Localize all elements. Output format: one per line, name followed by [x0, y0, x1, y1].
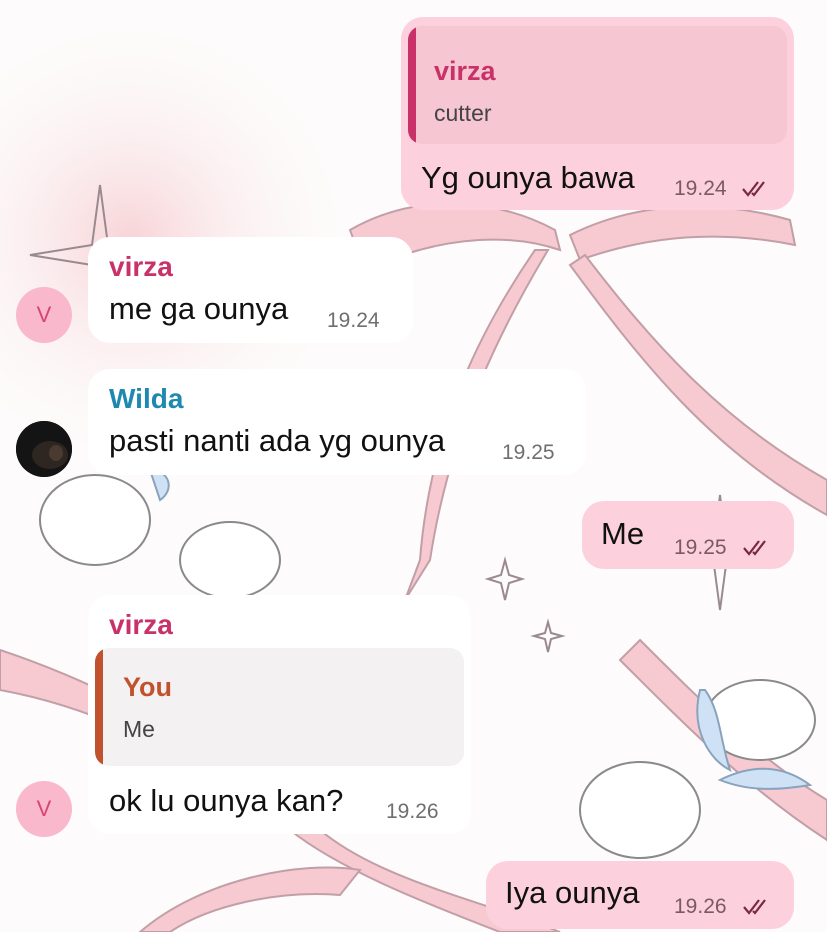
message-time: 19.26 [386, 800, 439, 823]
message-bubble-outgoing[interactable]: Iya ounya 19.26 [486, 861, 794, 929]
quote-bar [95, 648, 103, 766]
message-time: 19.24 [327, 309, 380, 332]
avatar-wilda[interactable] [16, 421, 72, 477]
quote-sender-name: virza [434, 56, 496, 86]
message-time: 19.25 [502, 441, 555, 464]
quote-sender-name: You [123, 672, 172, 702]
profile-photo-icon [16, 421, 72, 477]
message-text: me ga ounya [109, 291, 289, 326]
message-text: Iya ounya [505, 875, 640, 910]
message-time: 19.26 [674, 895, 727, 918]
sender-name: virza [109, 251, 173, 282]
avatar-virza[interactable]: V [16, 287, 72, 343]
reply-quote[interactable]: virza cutter [408, 26, 787, 144]
sender-name: virza [109, 609, 173, 640]
message-time: 19.25 [674, 536, 727, 559]
avatar-initial: V [36, 796, 52, 821]
message-bubble-incoming[interactable]: Wilda pasti nanti ada yg ounya 19.25 [88, 369, 586, 475]
avatar-initial: V [36, 302, 52, 327]
read-ticks-icon [743, 899, 766, 915]
sender-name: Wilda [109, 383, 184, 414]
message-bubble-outgoing[interactable]: virza cutter Yg ounya bawa 19.24 [401, 17, 794, 210]
message-bubble-incoming[interactable]: virza me ga ounya 19.24 [88, 237, 413, 343]
message-text: pasti nanti ada yg ounya [109, 423, 446, 458]
message-bubble-incoming[interactable]: virza You Me ok lu ounya kan? 19.26 [88, 595, 471, 834]
read-ticks-icon [742, 181, 765, 197]
message-text: ok lu ounya kan? [109, 783, 344, 818]
avatar-virza[interactable]: V [16, 781, 72, 837]
message-time: 19.24 [674, 177, 727, 200]
reply-quote[interactable]: You Me [95, 648, 464, 766]
quote-text: cutter [434, 100, 492, 126]
quote-bar [408, 26, 416, 144]
quote-text: Me [123, 716, 155, 742]
message-text: Me [601, 516, 645, 551]
read-ticks-icon [743, 540, 766, 556]
message-bubble-outgoing[interactable]: Me 19.25 [582, 501, 794, 569]
message-text: Yg ounya bawa [421, 160, 635, 195]
